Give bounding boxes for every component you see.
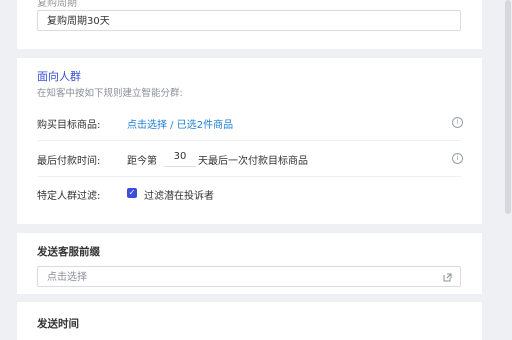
last-payment-label: 最后付款时间: — [37, 156, 101, 167]
target-product-label: 购买目标商品: — [37, 120, 101, 131]
send-time-card: 发送时间 — [17, 302, 482, 340]
complaint-filter-label[interactable]: 过滤潜在投诉者 — [144, 187, 214, 202]
row-divider — [37, 140, 461, 141]
repurchase-cycle-input[interactable]: 复购周期30天 — [37, 10, 461, 31]
repurchase-cycle-value: 复购周期30天 — [47, 16, 110, 27]
select-products-link[interactable]: 点击选择 / 已选2件商品 — [127, 116, 233, 131]
days-input[interactable]: 30 — [164, 148, 196, 167]
info-icon[interactable]: i — [452, 117, 463, 128]
audience-title: 面向人群 — [37, 70, 81, 83]
repurchase-cycle-card: 复购周期 复购周期30天 — [17, 0, 482, 49]
info-icon[interactable]: i — [452, 153, 463, 164]
service-prefix-card: 发送客服前缀 点击选择 — [17, 233, 482, 294]
last-payment-prefix: 距今第 — [127, 156, 157, 167]
scrollbar[interactable] — [505, 0, 511, 214]
row-divider — [37, 176, 461, 177]
service-prefix-select[interactable]: 点击选择 — [37, 266, 461, 287]
service-prefix-title: 发送客服前缀 — [37, 246, 100, 258]
last-payment-suffix: 天最后一次付款目标商品 — [198, 156, 308, 167]
complaint-filter-checkbox[interactable]: ✓ — [127, 188, 137, 198]
check-icon: ✓ — [128, 188, 136, 197]
audience-card: 面向人群 在知客中按如下规则建立智能分群: 购买目标商品: 点击选择 / 已选2… — [17, 58, 482, 224]
audience-subtitle: 在知客中按如下规则建立智能分群: — [37, 88, 183, 99]
audience-filter-label: 特定人群过滤: — [37, 191, 101, 202]
cycle-label: 复购周期 — [37, 0, 77, 9]
send-time-title: 发送时间 — [37, 318, 79, 330]
service-prefix-placeholder: 点击选择 — [47, 272, 87, 283]
open-link-icon — [443, 273, 452, 282]
